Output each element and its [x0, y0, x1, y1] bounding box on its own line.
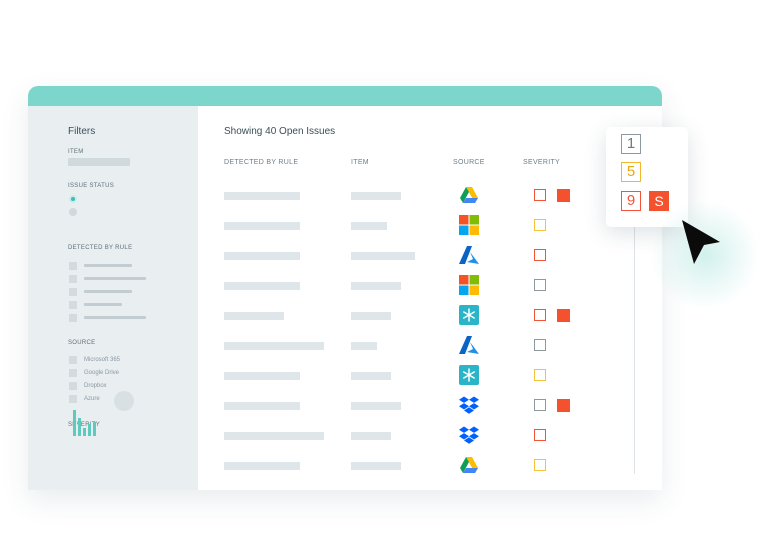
rule-cell	[224, 342, 324, 350]
item-cell	[351, 462, 401, 470]
rule-cell	[224, 252, 300, 260]
item-cell	[351, 432, 391, 440]
item-cell	[351, 282, 401, 290]
rule-option-label	[84, 264, 132, 267]
window-titlebar	[28, 86, 662, 106]
microsoft-365-icon	[459, 215, 479, 235]
source-filter-label: SOURCE	[68, 340, 96, 346]
issue-status-radio-open[interactable]	[69, 195, 77, 203]
severity-indicator	[534, 279, 546, 291]
rule-cell	[224, 462, 300, 470]
item-cell	[351, 402, 401, 410]
rule-option-label	[84, 316, 146, 319]
rule-checkbox[interactable]	[69, 275, 77, 283]
item-filter-label: ITEM	[68, 149, 84, 155]
rule-option-label	[84, 290, 132, 293]
source-checkbox-azure[interactable]	[69, 395, 77, 403]
rule-cell	[224, 222, 300, 230]
filters-title: Filters	[68, 126, 96, 137]
filters-sidebar: Filters ITEM ISSUE STATUS DETECTED BY RU…	[28, 106, 198, 490]
table-row[interactable]	[198, 336, 618, 355]
source-option-azure: Azure	[84, 396, 100, 402]
rule-option-label	[84, 303, 122, 306]
source-option-microsoft-365: Microsoft 365	[84, 357, 121, 363]
source-checkbox-microsoft-365[interactable]	[69, 356, 77, 364]
table-row[interactable]	[198, 246, 618, 265]
rule-checkbox[interactable]	[69, 314, 77, 322]
table-row[interactable]	[198, 187, 618, 205]
severity-flagged-tag[interactable]: S	[649, 191, 669, 211]
column-header-source[interactable]: SOURCE	[453, 159, 485, 166]
azure-icon	[459, 246, 479, 264]
severity-indicator	[534, 309, 546, 321]
severity-indicator	[534, 459, 546, 471]
snowflake-icon	[459, 365, 479, 385]
app-window: Filters ITEM ISSUE STATUS DETECTED BY RU…	[28, 86, 662, 490]
table-row[interactable]	[198, 215, 618, 235]
rule-option-label	[84, 277, 146, 280]
rule-cell	[224, 282, 300, 290]
severity-indicator	[534, 399, 546, 411]
google-drive-icon	[460, 457, 478, 473]
rule-cell	[224, 432, 324, 440]
column-header-item[interactable]: ITEM	[351, 159, 369, 166]
source-checkbox-dropbox[interactable]	[69, 382, 77, 390]
table-row[interactable]	[198, 396, 618, 415]
dropbox-icon	[459, 426, 479, 444]
severity-indicator	[534, 339, 546, 351]
table-row[interactable]	[198, 365, 618, 385]
severity-medium-tag[interactable]: 5	[621, 162, 641, 182]
source-checkbox-google-drive[interactable]	[69, 369, 77, 377]
rule-checkbox[interactable]	[69, 262, 77, 270]
google-drive-icon	[460, 187, 478, 203]
severity-indicator	[534, 219, 546, 231]
severity-low-tag[interactable]: 1	[621, 134, 641, 154]
item-cell	[351, 312, 391, 320]
severity-indicator	[534, 189, 546, 201]
table-row[interactable]	[198, 305, 618, 325]
issues-count-title: Showing 40 Open Issues	[224, 126, 336, 137]
rule-cell	[224, 192, 300, 200]
item-cell	[351, 372, 391, 380]
table-row[interactable]	[198, 426, 618, 445]
rule-cell	[224, 402, 300, 410]
azure-icon	[459, 336, 479, 354]
item-cell	[351, 342, 377, 350]
severity-indicator	[534, 369, 546, 381]
rule-cell	[224, 372, 300, 380]
dropbox-icon	[459, 396, 479, 414]
source-option-google-drive: Google Drive	[84, 370, 120, 376]
mouse-pointer-icon	[682, 220, 720, 264]
severity-indicator	[534, 249, 546, 261]
item-filter-input[interactable]	[68, 158, 130, 166]
flag-indicator	[557, 309, 570, 322]
detected-by-rule-label: DETECTED BY RULE	[68, 245, 133, 251]
issue-status-label: ISSUE STATUS	[68, 183, 115, 189]
item-cell	[351, 252, 415, 260]
source-option-dropbox: Dropbox	[84, 383, 107, 389]
item-cell	[351, 192, 401, 200]
table-row[interactable]	[198, 457, 618, 475]
item-cell	[351, 222, 387, 230]
severity-high-tag[interactable]: 9	[621, 191, 641, 211]
table-row[interactable]	[198, 275, 618, 295]
issue-status-radio-closed[interactable]	[69, 208, 77, 216]
column-header-severity[interactable]: SEVERITY	[523, 159, 560, 166]
severity-indicator	[534, 429, 546, 441]
snowflake-icon	[459, 305, 479, 325]
issues-panel: Showing 40 Open Issues DETECTED BY RULE …	[198, 106, 662, 490]
rule-cell	[224, 312, 284, 320]
hover-indicator	[114, 391, 134, 411]
rule-checkbox[interactable]	[69, 288, 77, 296]
microsoft-365-icon	[459, 275, 479, 295]
flag-indicator	[557, 399, 570, 412]
flag-indicator	[557, 189, 570, 202]
column-header-rule[interactable]: DETECTED BY RULE	[224, 159, 298, 166]
rule-checkbox[interactable]	[69, 301, 77, 309]
